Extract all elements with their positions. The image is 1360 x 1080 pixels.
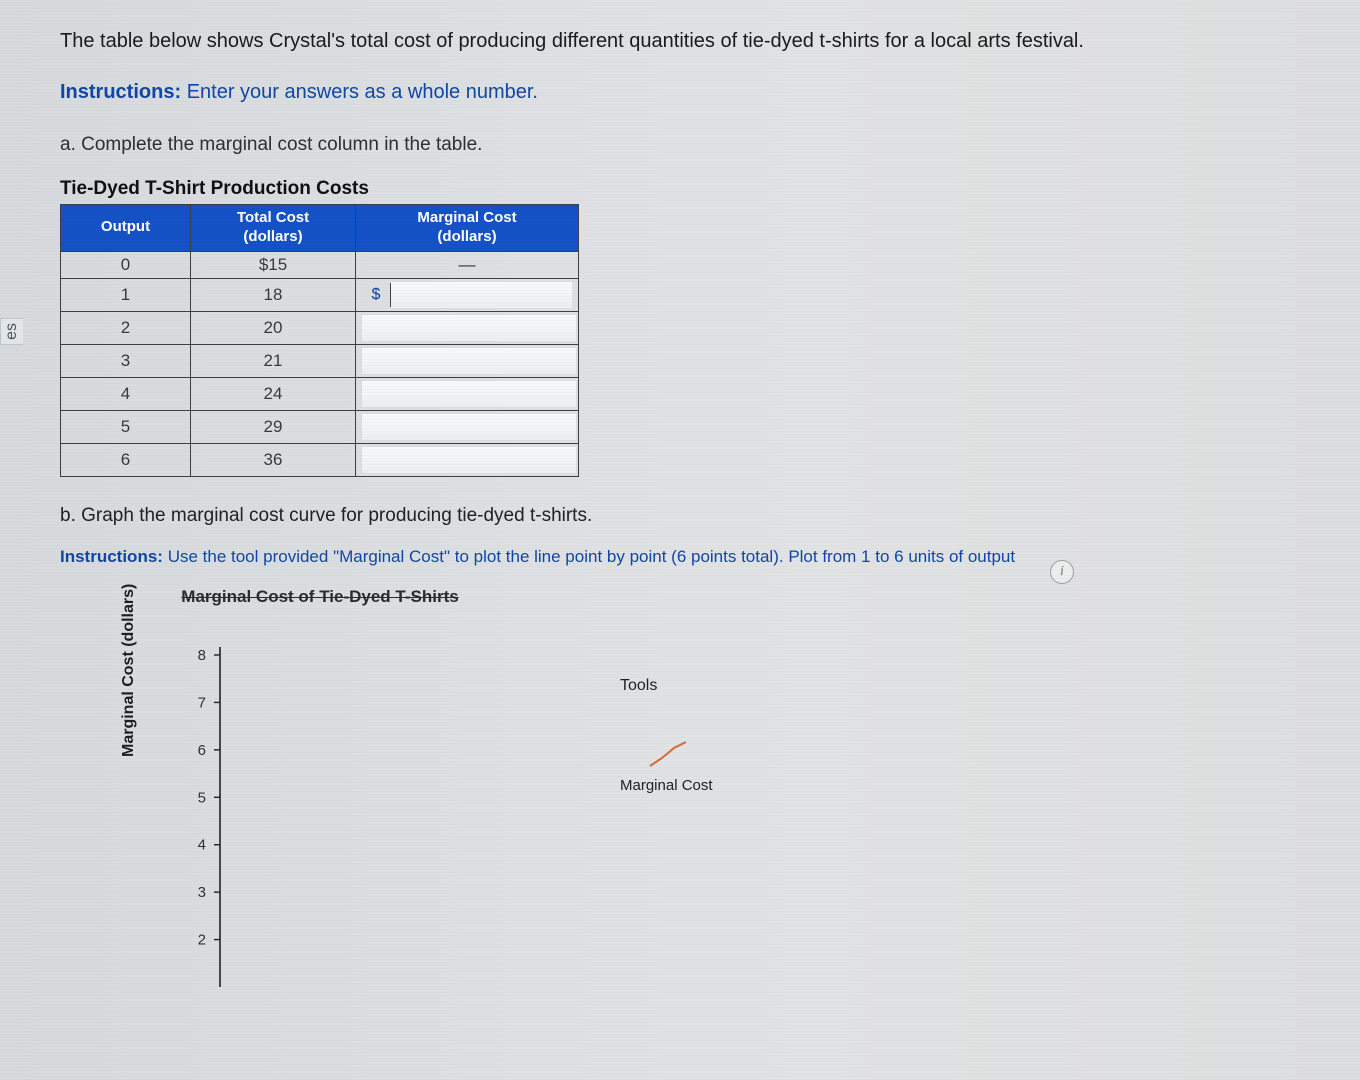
table-row: 0$15— bbox=[61, 251, 579, 278]
cell-marginal-cost: — bbox=[356, 251, 579, 278]
cell-marginal-cost bbox=[356, 311, 579, 344]
ytick-label: 8 bbox=[198, 647, 206, 664]
ytick-label: 4 bbox=[198, 836, 206, 853]
marginal-cost-input[interactable] bbox=[362, 315, 576, 341]
marginal-cost-input[interactable] bbox=[391, 282, 572, 308]
cell-output: 2 bbox=[61, 311, 191, 344]
production-cost-table: Output Total Cost (dollars) Marginal Cos… bbox=[60, 204, 579, 477]
ytick-label: 7 bbox=[198, 694, 206, 711]
marginal-cost-tool-label: Marginal Cost bbox=[620, 777, 713, 794]
marginal-cost-tool-icon bbox=[646, 735, 686, 775]
question-body: The table below shows Crystal's total co… bbox=[0, 0, 1360, 997]
table-row: 424 bbox=[61, 377, 579, 410]
cell-total-cost: 29 bbox=[191, 410, 356, 443]
chart-ylabel: Marginal Cost (dollars) bbox=[120, 583, 138, 756]
cell-output: 5 bbox=[61, 410, 191, 443]
part-a-text: a. Complete the marginal cost column in … bbox=[60, 134, 1360, 156]
chart-title: Marginal Cost of Tie-Dyed T-Shirts bbox=[60, 587, 580, 607]
cell-marginal-cost bbox=[356, 377, 579, 410]
cell-output: 3 bbox=[61, 344, 191, 377]
prompt-text: The table below shows Crystal's total co… bbox=[60, 30, 1360, 53]
cell-total-cost: 18 bbox=[191, 278, 356, 311]
table-row: 321 bbox=[61, 344, 579, 377]
cell-marginal-cost bbox=[356, 410, 579, 443]
col-header-total-cost: Total Cost (dollars) bbox=[191, 205, 356, 252]
cell-marginal-cost bbox=[356, 344, 579, 377]
marginal-cost-input[interactable] bbox=[362, 414, 576, 440]
dollar-sign: $ bbox=[362, 283, 391, 307]
cell-marginal-cost: $ bbox=[356, 278, 579, 311]
cell-output: 6 bbox=[61, 443, 191, 476]
instructions-b-label: Instructions: bbox=[60, 547, 163, 566]
tools-panel: Tools Marginal Cost bbox=[620, 677, 713, 794]
col-header-output: Output bbox=[61, 205, 191, 252]
table-row: 529 bbox=[61, 410, 579, 443]
cell-output: 4 bbox=[61, 377, 191, 410]
marginal-cost-input[interactable] bbox=[362, 381, 576, 407]
table-row: 220 bbox=[61, 311, 579, 344]
marginal-cost-input[interactable] bbox=[362, 447, 576, 473]
instructions-a: Instructions: Enter your answers as a wh… bbox=[60, 81, 1360, 104]
marginal-cost-input[interactable] bbox=[362, 348, 576, 374]
instructions-b: Instructions: Use the tool provided "Mar… bbox=[60, 547, 1360, 567]
table-row: 636 bbox=[61, 443, 579, 476]
chart-axes: 8 7 6 5 4 3 2 bbox=[180, 637, 580, 997]
chart-plot-area[interactable]: 8 7 6 5 4 3 2 bbox=[180, 637, 580, 997]
tools-heading: Tools bbox=[620, 677, 713, 695]
marginal-cost-tool[interactable]: Marginal Cost bbox=[620, 735, 713, 794]
ytick-label: 6 bbox=[198, 741, 206, 758]
part-b-text: b. Graph the marginal cost curve for pro… bbox=[60, 505, 1360, 527]
cell-total-cost: 36 bbox=[191, 443, 356, 476]
cell-total-cost: 24 bbox=[191, 377, 356, 410]
cell-output: 1 bbox=[61, 278, 191, 311]
instructions-b-text: Use the tool provided "Marginal Cost" to… bbox=[168, 547, 1015, 566]
cell-output: 0 bbox=[61, 251, 191, 278]
table-title: Tie-Dyed T-Shirt Production Costs bbox=[60, 178, 1360, 200]
cell-total-cost: 21 bbox=[191, 344, 356, 377]
ytick-label: 2 bbox=[198, 931, 206, 948]
graph-area: Marginal Cost of Tie-Dyed T-Shirts Margi… bbox=[60, 587, 1360, 997]
chart-wrap: Marginal Cost of Tie-Dyed T-Shirts Margi… bbox=[60, 587, 580, 997]
ytick-label: 3 bbox=[198, 884, 206, 901]
cell-total-cost: $15 bbox=[191, 251, 356, 278]
instructions-label: Instructions: bbox=[60, 81, 181, 103]
ytick-label: 5 bbox=[198, 789, 206, 806]
instructions-text: Enter your answers as a whole number. bbox=[187, 81, 538, 103]
cell-total-cost: 20 bbox=[191, 311, 356, 344]
cell-marginal-cost bbox=[356, 443, 579, 476]
col-header-marginal-cost: Marginal Cost (dollars) bbox=[356, 205, 579, 252]
info-icon[interactable]: i bbox=[1050, 560, 1074, 584]
table-row: 118$ bbox=[61, 278, 579, 311]
